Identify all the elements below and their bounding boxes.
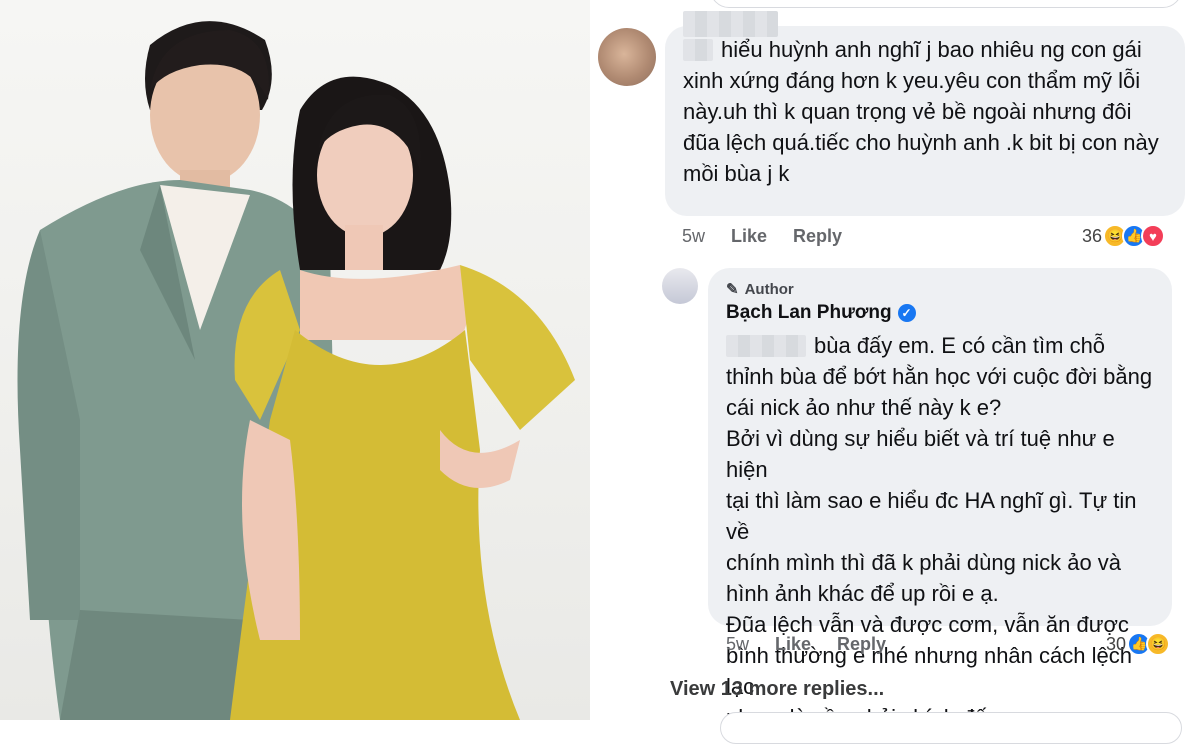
- comment-meta: 5w Like Reply: [682, 226, 842, 247]
- woman-figure: [230, 76, 575, 720]
- reaction-summary[interactable]: 36 😆 👍 ♥: [1082, 224, 1166, 248]
- blurred-mention: [726, 334, 806, 357]
- reply-bubble: ✎ Author Bạch Lan Phương ✓ bùa đấy em. E…: [708, 268, 1172, 730]
- reply-line: hình ảnh khác để up rồi e ạ.: [726, 581, 999, 606]
- reply-button[interactable]: Reply: [793, 226, 842, 247]
- author-name-row: Bạch Lan Phương ✓: [726, 302, 1162, 324]
- reply-timestamp: 5w: [726, 634, 750, 654]
- comment-line: mồi bùa j k: [683, 161, 790, 186]
- like-button[interactable]: Like: [731, 226, 767, 247]
- view-more-replies-link[interactable]: View 13 more replies...: [670, 678, 884, 701]
- comment-line: hiểu huỳnh anh nghĩ j bao nhiêu ng con g…: [721, 37, 1142, 62]
- comment-line: xinh xứng đáng hơn k yeu.yêu con thẩm mỹ…: [683, 68, 1141, 93]
- verified-badge-icon: ✓: [897, 304, 916, 322]
- reply-button[interactable]: Reply: [837, 634, 886, 655]
- author-badge: ✎ Author: [726, 280, 1162, 299]
- comment-line: này.uh thì k quan trọng vẻ bề ngoài nhưn…: [683, 99, 1132, 124]
- love-icon: ♥: [1141, 224, 1166, 248]
- commenter-avatar[interactable]: [598, 28, 656, 86]
- author-name[interactable]: Bạch Lan Phương: [726, 302, 892, 324]
- couple-illustration: [17, 21, 575, 720]
- author-tag-label: Author: [744, 280, 794, 298]
- reaction-count: 30: [1106, 633, 1127, 654]
- haha-icon: 😆: [1146, 632, 1171, 656]
- reply-reaction-summary[interactable]: 30 👍 😆: [1106, 632, 1171, 656]
- reply-line: chính mình thì đã k phải dùng nick ảo và: [726, 550, 1122, 575]
- reply-line: cái nick ảo như thế này k e?: [726, 395, 1002, 420]
- reply-line: thỉnh bùa để bớt hằn học với cuộc đời bằ…: [726, 364, 1153, 389]
- comments-panel: hiểu huỳnh anh nghĩ j bao nhiêu ng con g…: [590, 0, 1200, 744]
- pencil-icon: ✎: [726, 281, 739, 298]
- author-avatar[interactable]: [662, 268, 698, 304]
- comment-timestamp: 5w: [682, 226, 706, 246]
- comment-bubble: hiểu huỳnh anh nghĩ j bao nhiêu ng con g…: [665, 11, 1185, 216]
- previous-comment-edge: [710, 0, 1182, 8]
- reply-line: bùa đấy em. E có cần tìm chỗ: [814, 333, 1106, 358]
- comment-line: đũa lệch quá.tiếc cho huỳnh anh .k bit b…: [683, 130, 1159, 155]
- blurred-text: [683, 38, 713, 61]
- reply-line: Bởi vì dùng sự hiểu biết và trí tuệ như …: [726, 426, 1115, 482]
- reply-meta: 5w Like Reply: [726, 634, 886, 655]
- post-photo[interactable]: [0, 0, 590, 720]
- next-comment-edge: [720, 712, 1182, 744]
- reaction-count: 36: [1082, 225, 1103, 246]
- like-button[interactable]: Like: [775, 634, 811, 655]
- reply-line: tại thì làm sao e hiểu đc HA nghĩ gì. Tự…: [726, 488, 1137, 544]
